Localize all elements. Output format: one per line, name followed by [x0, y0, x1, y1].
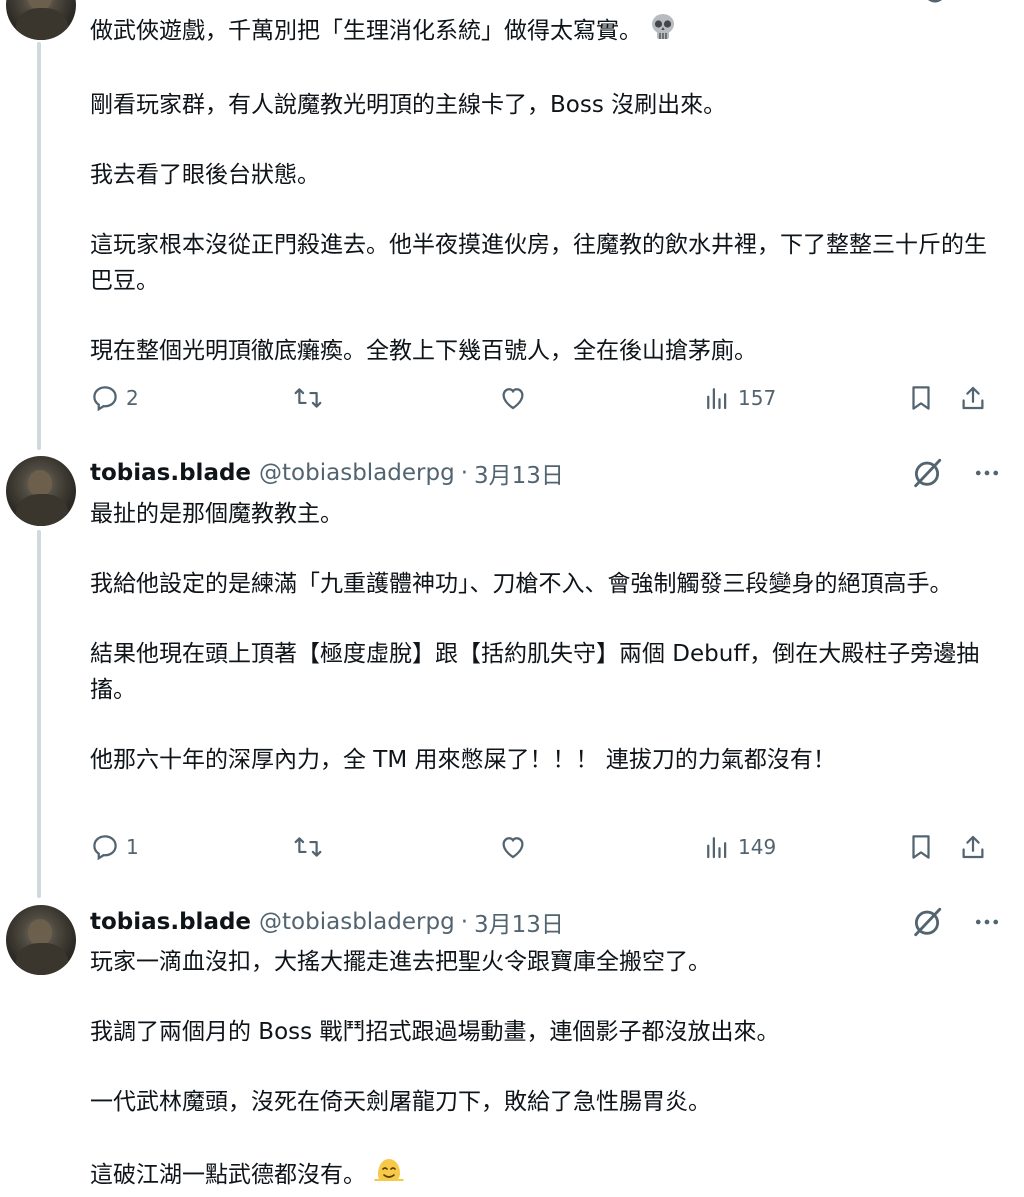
reply-icon [93, 386, 117, 412]
separator-dot: · [460, 460, 468, 486]
like-button[interactable] [498, 827, 528, 867]
avatar[interactable] [6, 905, 76, 975]
avatar[interactable] [6, 456, 76, 526]
separator-dot: · [460, 909, 468, 935]
more-icon[interactable] [972, 907, 1002, 937]
repost-button[interactable] [292, 378, 324, 418]
tweet-actions: 2 157 [88, 378, 998, 418]
heart-icon [502, 837, 524, 859]
grok-icon[interactable] [920, 0, 950, 12]
heart-icon [502, 388, 524, 410]
share-button[interactable] [958, 378, 988, 418]
bookmark-icon [912, 835, 930, 859]
repost-icon [294, 837, 322, 857]
grok-icon[interactable] [910, 456, 944, 490]
avatar[interactable] [6, 0, 76, 40]
thread-line [37, 42, 41, 450]
tweet-header-icons [910, 456, 1002, 490]
tweet-date[interactable]: 3月13日 [474, 905, 564, 939]
grok-icon[interactable] [910, 905, 944, 939]
tweet-paragraph: 剛看玩家群，有人說魔教光明頂的主線卡了，Boss 沒刷出來。 [90, 92, 727, 118]
melting-face-emoji [372, 1154, 406, 1197]
views-button[interactable]: 149 [702, 827, 776, 867]
bookmark-button[interactable] [906, 827, 936, 867]
bookmark-button[interactable] [906, 378, 936, 418]
repost-button[interactable] [292, 827, 324, 867]
author-handle[interactable]: @tobiasbladerpg [259, 909, 455, 935]
tweet-text: 玩家一滴血沒扣，大搖大擺走進去把聖火令跟寶庫全搬空了。 我調了兩個月的 Boss… [90, 944, 995, 1197]
more-icon[interactable] [972, 458, 1002, 488]
tweet-text: 做武俠遊戲，千萬別把「生理消化系統」做得太寫實。 剛看玩家群，有人說魔教光明頂的… [90, 12, 995, 369]
skull-emoji [648, 12, 678, 53]
reply-count: 1 [126, 835, 139, 859]
tweet-header-icons [910, 905, 1002, 939]
tweet-date[interactable]: 3月13日 [474, 456, 564, 490]
author-name[interactable]: tobias.blade [90, 460, 251, 486]
views-icon [707, 388, 727, 410]
reply-button[interactable]: 2 [90, 378, 139, 418]
repost-icon [294, 388, 322, 408]
reply-count: 2 [126, 386, 139, 410]
tweet-text: 最扯的是那個魔教教主。 我給他設定的是練滿「九重護體神功」、刀槍不入、會強制觸發… [90, 496, 995, 778]
share-icon [962, 835, 984, 859]
tweet-header: tobias.blade @tobiasbladerpg · 3月13日 [90, 456, 564, 490]
author-name[interactable]: tobias.blade [90, 909, 251, 935]
tweet-paragraph: 最扯的是那個魔教教主。 [90, 501, 343, 527]
views-count: 157 [738, 386, 777, 410]
tweet-paragraph: 結果他現在頭上頂著【極度虛脫】跟【括約肌失守】兩個 Debuff，倒在大殿柱子旁… [90, 641, 980, 703]
reply-button[interactable]: 1 [90, 827, 139, 867]
tweet-paragraph: 這玩家根本沒從正門殺進去。他半夜摸進伙房，往魔教的飲水井裡，下了整整三十斤的生巴… [90, 232, 987, 294]
tweet-paragraph: 他那六十年的深厚內力，全 TM 用來憋屎了！！！ 連拔刀的力氣都沒有！ [90, 747, 836, 773]
tweet-paragraph: 我調了兩個月的 Boss 戰鬥招式跟過場動畫，連個影子都沒放出來。 [90, 1019, 780, 1045]
tweet-paragraph: 這破江湖一點武德都沒有。 [90, 1154, 995, 1197]
thread-line [37, 530, 41, 898]
bookmark-icon [912, 386, 930, 410]
views-icon [707, 837, 727, 859]
tweet-paragraph: 玩家一滴血沒扣，大搖大擺走進去把聖火令跟寶庫全搬空了。 [90, 949, 711, 975]
views-count: 149 [738, 835, 777, 859]
like-button[interactable] [498, 378, 528, 418]
tweet-paragraph: 我去看了眼後台狀態。 [90, 162, 320, 188]
tweet-paragraph: 現在整個光明頂徹底癱瘓。全教上下幾百號人，全在後山搶茅廁。 [90, 338, 757, 364]
tweet-paragraph: 做武俠遊戲，千萬別把「生理消化系統」做得太寫實。 [90, 12, 995, 53]
tweet-paragraph: 一代武林魔頭，沒死在倚天劍屠龍刀下，敗給了急性腸胃炎。 [90, 1089, 711, 1115]
tweet-paragraph: 我給他設定的是練滿「九重護體神功」、刀槍不入、會強制觸發三段變身的絕頂高手。 [90, 571, 953, 597]
tweet-actions: 1 149 [88, 827, 998, 867]
author-handle[interactable]: @tobiasbladerpg [259, 460, 455, 486]
views-button[interactable]: 157 [702, 378, 776, 418]
share-icon [962, 386, 984, 410]
reply-icon [93, 835, 117, 861]
share-button[interactable] [958, 827, 988, 867]
tweet-header: tobias.blade @tobiasbladerpg · 3月13日 [90, 905, 564, 939]
